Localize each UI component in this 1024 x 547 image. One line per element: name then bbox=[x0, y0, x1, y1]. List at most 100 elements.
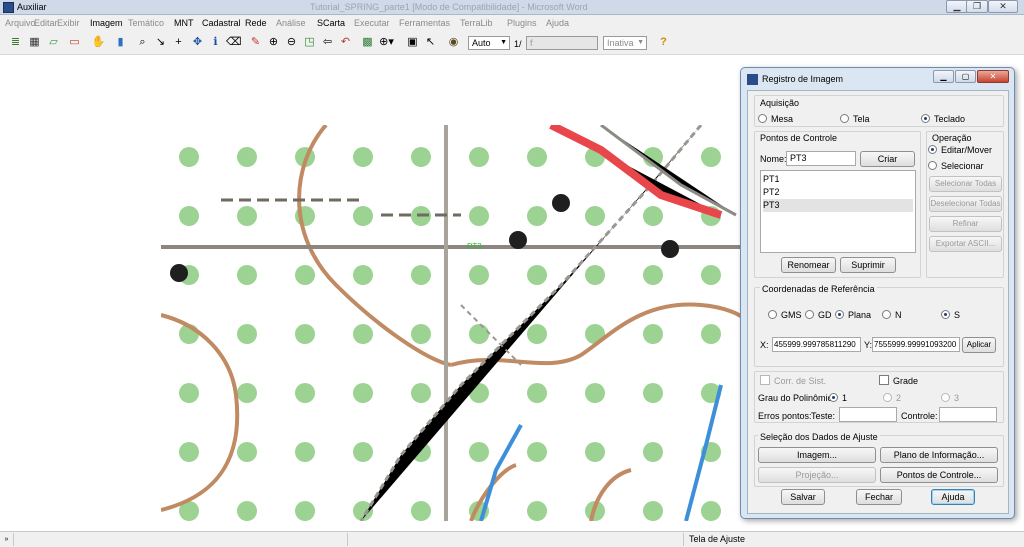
zoom-area-icon[interactable]: ◳ bbox=[302, 35, 317, 50]
radio-selecionar[interactable] bbox=[928, 161, 937, 170]
menu-imagem[interactable]: Imagem bbox=[90, 18, 123, 28]
menu-editar[interactable]: Editar bbox=[34, 18, 58, 28]
zoom-dropdown-icon[interactable]: ⊕▾ bbox=[379, 35, 394, 50]
menu-terralib[interactable]: TerraLib bbox=[460, 18, 493, 28]
zoom-mode-select[interactable]: Auto ▼ bbox=[468, 36, 510, 50]
x-label: X: bbox=[760, 340, 769, 350]
pencil-icon[interactable]: ▱ bbox=[46, 35, 61, 50]
radio-gms[interactable] bbox=[768, 310, 777, 319]
plano-informacao-button[interactable]: Plano de Informação... bbox=[880, 447, 998, 463]
refinar-button[interactable]: Refinar bbox=[929, 216, 1002, 232]
layers-icon[interactable]: ≣ bbox=[8, 35, 23, 50]
map-grid-dot bbox=[237, 324, 257, 344]
search-icon[interactable]: ⌕ bbox=[135, 35, 150, 50]
aplicar-button[interactable]: Aplicar bbox=[962, 337, 996, 353]
restore-button[interactable]: ❐ bbox=[966, 0, 988, 13]
grade-checkbox[interactable] bbox=[879, 375, 889, 385]
control-point-label: PT3 bbox=[467, 242, 482, 251]
radio-editar-mover-label: Editar/Mover bbox=[941, 145, 993, 155]
menu-plugins[interactable]: Plugins bbox=[507, 18, 537, 28]
state-select[interactable]: Inativa ▼ bbox=[603, 36, 647, 50]
menu-ajuda[interactable]: Ajuda bbox=[546, 18, 569, 28]
map-canvas[interactable]: PT3 bbox=[161, 125, 746, 521]
zoom-out-icon[interactable]: ⊖ bbox=[284, 35, 299, 50]
radio-teclado[interactable] bbox=[921, 114, 930, 123]
renomear-button[interactable]: Renomear bbox=[781, 257, 836, 273]
menu-mnt[interactable]: MNT bbox=[174, 18, 194, 28]
radio-s[interactable] bbox=[941, 310, 950, 319]
dialog-minimize-button[interactable]: ▁ bbox=[933, 70, 954, 83]
list-item[interactable]: PT2 bbox=[763, 186, 913, 199]
chart-icon[interactable]: ▮ bbox=[113, 35, 128, 50]
corr-sist-checkbox[interactable] bbox=[760, 375, 770, 385]
map-grid-dot bbox=[179, 383, 199, 403]
exportar-ascii-button[interactable]: Exportar ASCII... bbox=[929, 236, 1002, 252]
dialog-maximize-button[interactable]: ▢ bbox=[955, 70, 976, 83]
list-item-selected[interactable]: PT3 bbox=[763, 199, 913, 212]
map-icon[interactable]: ▩ bbox=[360, 35, 375, 50]
y-input[interactable]: 7555999.99991093200 bbox=[872, 337, 960, 352]
map-grid-dot bbox=[179, 147, 199, 167]
eye-icon[interactable]: ◉ bbox=[446, 35, 461, 50]
fechar-button[interactable]: Fechar bbox=[856, 489, 902, 505]
hand-icon[interactable]: ✋ bbox=[91, 35, 106, 50]
suprimir-button[interactable]: Suprimir bbox=[840, 257, 896, 273]
status-bar: » Tela de Ajuste bbox=[0, 531, 1024, 547]
x-input[interactable]: 455999.999785811290 bbox=[772, 337, 861, 352]
radio-editar-mover[interactable] bbox=[928, 145, 937, 154]
deselecionar-todas-button[interactable]: Deselecionar Todas bbox=[929, 196, 1002, 212]
salvar-button[interactable]: Salvar bbox=[781, 489, 825, 505]
ajuda-button[interactable]: Ajuda bbox=[931, 489, 975, 505]
radio-n[interactable] bbox=[882, 310, 891, 319]
page-field[interactable]: f bbox=[526, 36, 598, 50]
map-grid-dot bbox=[411, 147, 431, 167]
close-button[interactable]: ✕ bbox=[988, 0, 1018, 13]
radio-mesa[interactable] bbox=[758, 114, 767, 123]
dialog-body: Aquisição Mesa Tela Teclado Pontos de Co… bbox=[747, 90, 1009, 514]
menu-analise[interactable]: Análise bbox=[276, 18, 306, 28]
help-icon[interactable]: ? bbox=[656, 35, 671, 50]
menu-tematico[interactable]: Temático bbox=[128, 18, 164, 28]
move-icon[interactable]: ✥ bbox=[190, 35, 205, 50]
menu-rede[interactable]: Rede bbox=[245, 18, 267, 28]
menu-exibir[interactable]: Exibir bbox=[57, 18, 80, 28]
radio-grau-3[interactable] bbox=[941, 393, 950, 402]
undo-icon[interactable]: ↶ bbox=[338, 35, 353, 50]
nome-input[interactable]: PT3 bbox=[786, 151, 856, 166]
status-cell-2 bbox=[348, 533, 684, 546]
back-icon[interactable]: ⇦ bbox=[320, 35, 335, 50]
grid-icon[interactable]: ▦ bbox=[27, 35, 42, 50]
selecionar-todas-button[interactable]: Selecionar Todas bbox=[929, 176, 1002, 192]
pontos-legend: Pontos de Controle bbox=[760, 133, 838, 143]
criar-button[interactable]: Criar bbox=[860, 151, 915, 167]
radio-plana[interactable] bbox=[835, 310, 844, 319]
info-icon[interactable]: ℹ bbox=[208, 35, 223, 50]
menu-ferramentas[interactable]: Ferramentas bbox=[399, 18, 450, 28]
menu-executar[interactable]: Executar bbox=[354, 18, 390, 28]
controle-field[interactable] bbox=[939, 407, 997, 422]
map-grid-dot bbox=[411, 383, 431, 403]
cursor-icon[interactable]: ↘ bbox=[153, 35, 168, 50]
dialog-close-button[interactable]: ✕ bbox=[977, 70, 1009, 83]
teste-field[interactable] bbox=[839, 407, 897, 422]
eraser-icon[interactable]: ⌫ bbox=[226, 35, 242, 50]
zoom-in-icon[interactable]: ⊕ bbox=[266, 35, 281, 50]
pontos-controle-button[interactable]: Pontos de Controle... bbox=[880, 467, 998, 483]
radio-gd[interactable] bbox=[805, 310, 814, 319]
frame-icon[interactable]: ▭ bbox=[67, 35, 82, 50]
crosshair-icon[interactable]: + bbox=[171, 35, 186, 50]
pointer-icon[interactable]: ↖ bbox=[423, 35, 438, 50]
radio-grau-1[interactable] bbox=[829, 393, 838, 402]
pontos-list[interactable]: PT1 PT2 PT3 bbox=[760, 170, 916, 253]
imagem-button[interactable]: Imagem... bbox=[758, 447, 876, 463]
menu-arquivo[interactable]: Arquivo bbox=[5, 18, 36, 28]
image-frame-icon[interactable]: ▣ bbox=[405, 35, 420, 50]
menu-scarta[interactable]: SCarta bbox=[317, 18, 345, 28]
radio-tela[interactable] bbox=[840, 114, 849, 123]
menu-cadastral[interactable]: Cadastral bbox=[202, 18, 241, 28]
draw-icon[interactable]: ✎ bbox=[248, 35, 263, 50]
list-item[interactable]: PT1 bbox=[763, 173, 913, 186]
projecao-button[interactable]: Projeção... bbox=[758, 467, 876, 483]
minimize-button[interactable]: ▁ bbox=[946, 0, 968, 13]
radio-grau-2[interactable] bbox=[883, 393, 892, 402]
